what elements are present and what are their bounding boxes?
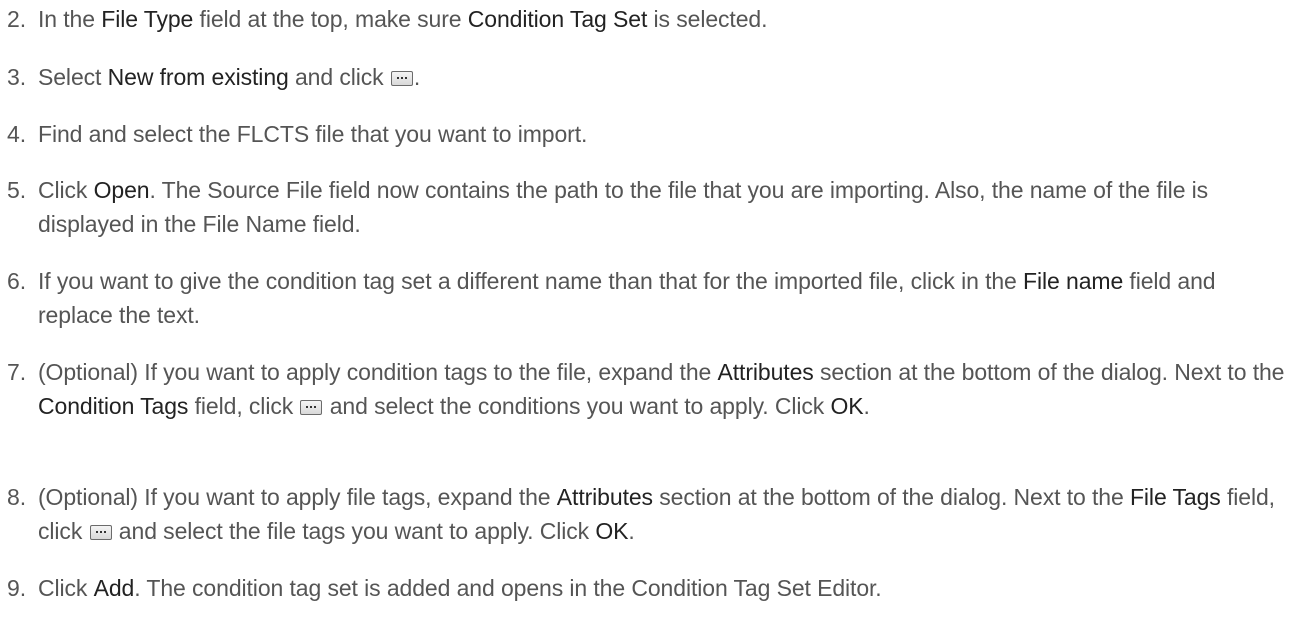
step-text: and select the conditions you want to ap… (323, 393, 831, 419)
step-text: field, click (188, 393, 300, 419)
step-text: section at the bottom of the dialog. Nex… (813, 359, 1285, 385)
step-text: and click (288, 64, 390, 90)
ui-term-file-name: File name (1023, 268, 1124, 294)
step-number: 4. (7, 121, 26, 147)
ui-term-file-tags: File Tags (1129, 484, 1221, 510)
step-number: 3. (7, 64, 26, 90)
ui-term-new-from-existing: New from existing (107, 64, 289, 90)
step-number: 2. (7, 6, 26, 32)
ui-term-attributes: Attributes (556, 484, 653, 510)
step-5: 5. Click Open. The Source File field now… (0, 173, 1298, 241)
ui-term-condition-tag-set: Condition Tag Set (467, 6, 648, 32)
step-7: 7. (Optional) If you want to apply condi… (0, 355, 1298, 423)
step-text: field at the top, make sure (193, 6, 468, 32)
step-text: In the (38, 6, 102, 32)
step-number: 7. (7, 359, 26, 385)
ui-term-file-type: File Type (101, 6, 194, 32)
ui-term-add: Add (93, 575, 135, 601)
ui-term-ok: OK (830, 393, 864, 419)
browse-ellipsis-button-icon (89, 525, 112, 540)
ui-term-attributes: Attributes (717, 359, 814, 385)
step-text: Find and select the FLCTS file that you … (38, 121, 588, 147)
step-text: section at the bottom of the dialog. Nex… (652, 484, 1130, 510)
step-text: . (628, 518, 635, 544)
step-number: 9. (7, 575, 26, 601)
browse-ellipsis-button-icon (390, 71, 413, 86)
ui-term-open: Open (93, 177, 150, 203)
step-9: 9. Click Add. The condition tag set is a… (0, 571, 888, 605)
step-number: 6. (7, 268, 26, 294)
step-text: (Optional) If you want to apply conditio… (38, 359, 718, 385)
step-text: If you want to give the condition tag se… (38, 268, 1024, 294)
step-text: is selected. (647, 6, 768, 32)
step-8: 8. (Optional) If you want to apply file … (0, 480, 1298, 548)
step-text: (Optional) If you want to apply file tag… (38, 484, 557, 510)
procedure-steps-page: 2. In the File Type field at the top, ma… (0, 0, 1298, 641)
step-3: 3. Select New from existing and click . (0, 60, 426, 94)
browse-ellipsis-button-icon (300, 400, 323, 415)
step-text: . The condition tag set is added and ope… (134, 575, 882, 601)
ui-term-condition-tags: Condition Tags (38, 393, 189, 419)
step-text: Click (38, 177, 94, 203)
ui-term-ok: OK (595, 518, 629, 544)
step-text: Select (38, 64, 108, 90)
step-2: 2. In the File Type field at the top, ma… (0, 2, 773, 36)
step-number: 5. (7, 177, 26, 203)
step-text: . (413, 64, 421, 90)
step-4: 4. Find and select the FLCTS file that y… (0, 117, 593, 151)
step-number: 8. (7, 484, 26, 510)
step-text: and select the file tags you want to app… (112, 518, 596, 544)
step-text: . (863, 393, 870, 419)
step-text: Click (38, 575, 94, 601)
step-text: . The Source File field now contains the… (38, 177, 1209, 237)
step-6: 6. If you want to give the condition tag… (0, 264, 1298, 332)
